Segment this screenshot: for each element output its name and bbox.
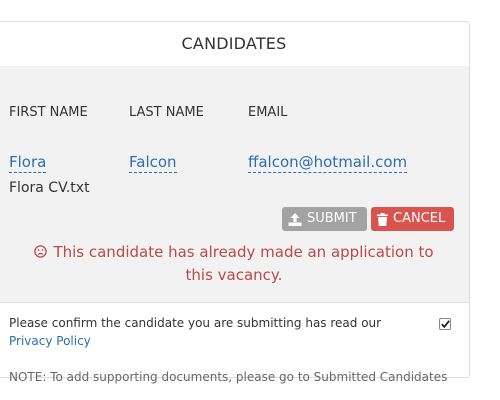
confirm-text: Please confirm the candidate you are sub… [9,316,382,330]
email-editable[interactable]: ffalcon@hotmail.com [248,153,408,173]
frown-icon [34,242,48,264]
upload-icon [288,212,302,226]
cancel-label: CANCEL [393,211,446,226]
privacy-confirm-checkbox[interactable] [439,318,451,330]
first-name-header: FIRST NAME [9,105,88,120]
privacy-confirmation: Please confirm the candidate you are sub… [9,314,409,350]
checkmark-icon [440,320,450,328]
submit-label: SUBMIT [307,211,357,226]
last-name-editable[interactable]: Falcon [129,153,177,173]
supporting-documents-note: NOTE: To add supporting documents, pleas… [9,370,448,384]
candidate-section: FIRST NAME LAST NAME EMAIL Flora Falcon … [0,66,469,303]
submit-button[interactable]: SUBMIT [282,207,367,231]
duplicate-application-alert: This candidate has already made an appli… [19,241,449,286]
trash-icon [377,212,388,226]
first-name-editable[interactable]: Flora [9,153,47,173]
candidates-panel: CANDIDATES FIRST NAME LAST NAME EMAIL Fl… [0,21,470,384]
panel-title: CANDIDATES [0,22,469,67]
email-header: EMAIL [248,105,288,120]
alert-message: This candidate has already made an appli… [53,243,434,284]
privacy-policy-link[interactable]: Privacy Policy [9,334,91,348]
cancel-button[interactable]: CANCEL [371,207,454,231]
last-name-header: LAST NAME [129,105,204,120]
cv-file-name: Flora CV.txt [9,180,90,196]
